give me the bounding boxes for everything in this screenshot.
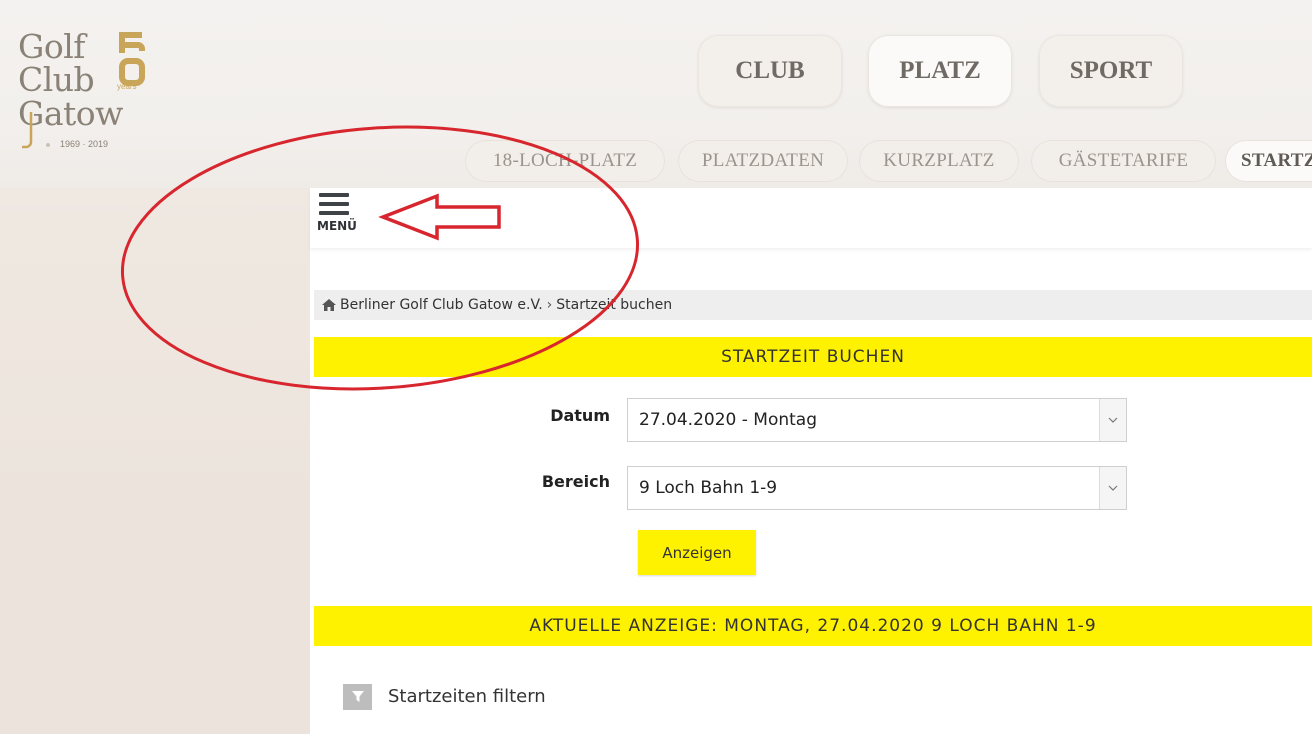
- subnav-kurzplatz[interactable]: KURZPLATZ: [859, 140, 1019, 182]
- nav-sport[interactable]: SPORT: [1039, 35, 1183, 107]
- home-icon: [322, 299, 336, 311]
- subnav-18-loch-platz[interactable]: 18-LOCH-PLATZ: [465, 140, 665, 182]
- logo-dot-icon: [46, 142, 50, 147]
- subnav-gaestetarife[interactable]: GÄSTETARIFE: [1031, 140, 1216, 182]
- breadcrumb-current: Startzeit buchen: [556, 297, 673, 313]
- datum-label: Datum: [550, 406, 610, 425]
- filter-icon[interactable]: [343, 684, 372, 710]
- bereich-label: Bereich: [541, 472, 610, 491]
- hamburger-icon: [319, 193, 349, 197]
- nav-platz[interactable]: PLATZ: [868, 35, 1012, 107]
- logo-years-label: years: [117, 82, 137, 91]
- current-display-header: AKTUELLE ANZEIGE: MONTAG, 27.04.2020 9 L…: [314, 606, 1312, 646]
- datum-select[interactable]: 27.04.2020 - Montag: [627, 398, 1127, 442]
- nav-club[interactable]: CLUB: [698, 35, 842, 107]
- club-logo[interactable]: Golf Club Gatow years 1969 · 2019: [18, 24, 158, 154]
- subnav-startzeiten[interactable]: STARTZEITEN: [1225, 140, 1312, 182]
- breadcrumb-separator: ›: [546, 297, 553, 313]
- logo-text-golf: Golf: [18, 27, 86, 66]
- datum-select-value: 27.04.2020 - Montag: [639, 410, 817, 430]
- filter-startzeiten-toggle[interactable]: Startzeiten filtern: [388, 686, 546, 707]
- breadcrumb-home-link[interactable]: Berliner Golf Club Gatow e.V.: [340, 297, 543, 313]
- bereich-select[interactable]: 9 Loch Bahn 1-9: [627, 466, 1127, 510]
- logo-dates-text: 1969 · 2019: [60, 139, 109, 149]
- menu-bar: MENÜ: [310, 188, 1312, 248]
- golf-club-icon: [22, 112, 33, 149]
- breadcrumb: Berliner Golf Club Gatow e.V. › Startzei…: [314, 290, 1312, 320]
- anzeigen-button[interactable]: Anzeigen: [638, 530, 756, 575]
- bereich-select-value: 9 Loch Bahn 1-9: [639, 478, 778, 498]
- hamburger-icon-bar: [319, 202, 349, 206]
- logo-text-club: Club: [18, 60, 95, 99]
- menu-label: MENÜ: [317, 219, 357, 233]
- chevron-down-icon[interactable]: [1099, 399, 1126, 441]
- subnav-platzdaten[interactable]: PLATZDATEN: [678, 140, 848, 182]
- logo-dates: 1969 · 2019: [46, 139, 108, 149]
- hamburger-icon-bar: [319, 211, 349, 215]
- chevron-down-icon[interactable]: [1099, 467, 1126, 509]
- section-title-startzeit: STARTZEIT BUCHEN: [314, 337, 1312, 377]
- menu-button[interactable]: MENÜ: [317, 193, 357, 233]
